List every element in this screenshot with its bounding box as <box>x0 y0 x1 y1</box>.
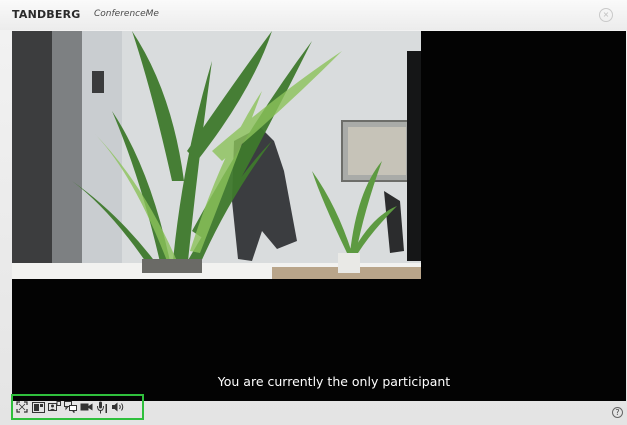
microphone-icon[interactable] <box>95 400 109 414</box>
office-scene-image <box>12 31 421 279</box>
brand-logo: TANDBERG <box>12 8 81 21</box>
camera-icon[interactable] <box>79 400 93 414</box>
close-icon[interactable]: × <box>599 8 613 22</box>
only-participant-message: You are currently the only participant <box>217 374 451 389</box>
layout-icon[interactable] <box>31 400 45 414</box>
speaker-icon[interactable] <box>111 400 125 414</box>
participants-icon[interactable] <box>47 400 61 414</box>
self-view-video <box>12 31 421 279</box>
help-icon[interactable]: ? <box>612 407 623 418</box>
fullscreen-icon[interactable] <box>15 400 29 414</box>
product-name: ConferenceMe <box>94 9 159 19</box>
title-bar: TANDBERG ConferenceMe × <box>0 0 627 30</box>
conferenceme-window: TANDBERG ConferenceMe × You are currentl… <box>0 0 627 425</box>
chat-icon[interactable] <box>63 400 77 414</box>
call-controls-toolbar <box>11 394 144 420</box>
video-area: You are currently the only participant <box>12 31 626 401</box>
